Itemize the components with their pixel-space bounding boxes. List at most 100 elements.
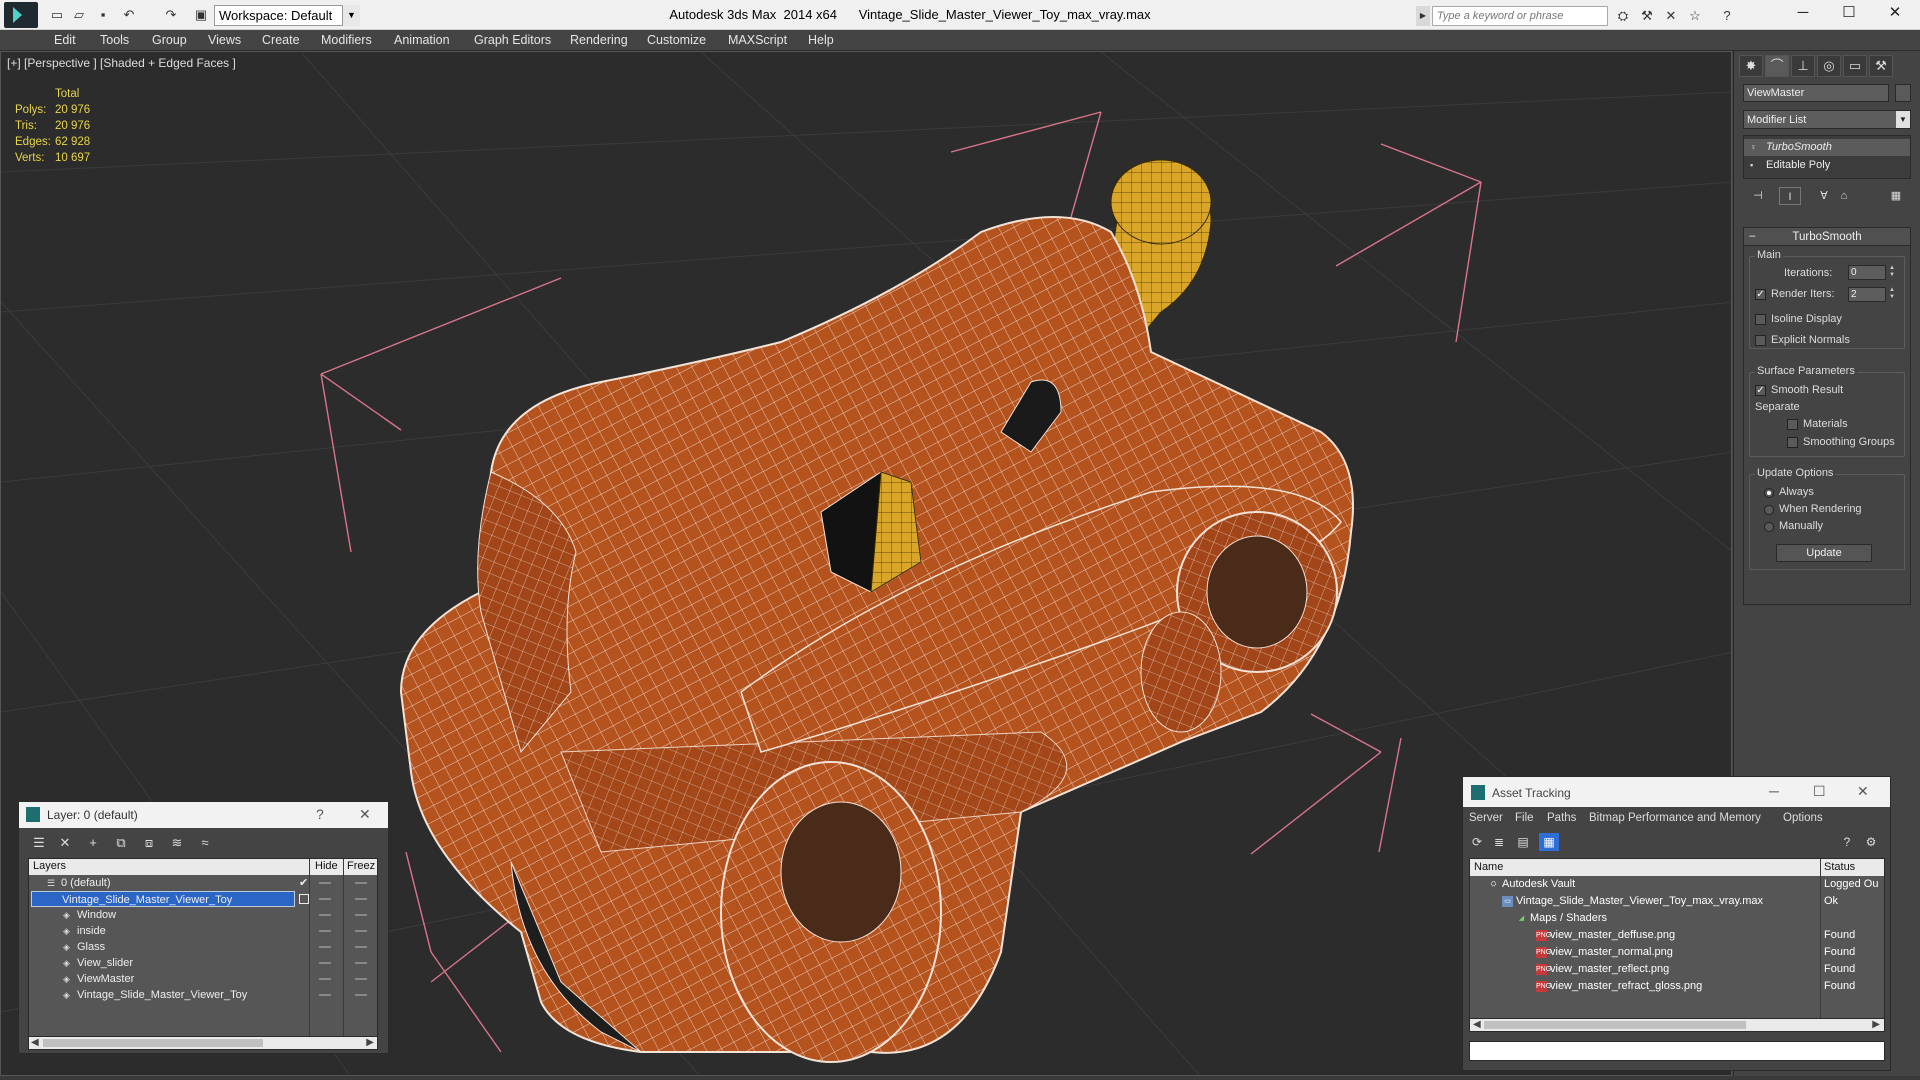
layer-row[interactable]: ◈ ViewMaster — [29, 971, 377, 987]
refresh-icon[interactable]: ⟳ — [1467, 833, 1487, 851]
scroll-left-icon[interactable]: ◀ — [31, 1037, 39, 1048]
list-view-icon[interactable]: ≣ — [1489, 833, 1509, 851]
scroll-right-icon[interactable]: ▶ — [1872, 1019, 1880, 1030]
close-button[interactable]: ✕ — [1872, 0, 1918, 28]
app-logo-icon[interactable] — [4, 2, 38, 28]
rollout-header[interactable]: − TurboSmooth — [1744, 228, 1910, 246]
minimize-icon[interactable]: ─ — [1769, 783, 1779, 799]
layer-row[interactable]: ◈ Glass — [29, 939, 377, 955]
hide-toggle[interactable] — [319, 962, 331, 964]
asset-menu-bitmap[interactable]: Bitmap Performance and Memory — [1589, 812, 1761, 824]
col-hide[interactable]: Hide — [315, 860, 338, 872]
hide-toggle[interactable] — [319, 914, 331, 916]
layer-row[interactable]: ◈ Vintage_Slide_Master_Viewer_Toy — [29, 987, 377, 1003]
save-icon[interactable]: ▪ — [94, 6, 112, 24]
scrollbar-thumb[interactable] — [43, 1039, 263, 1047]
stack-item-turbosmooth[interactable]: ♀ TurboSmooth — [1744, 139, 1910, 156]
modify-tab-icon[interactable]: ⌒ — [1765, 55, 1789, 77]
pin-stack-icon[interactable]: ⊣ — [1747, 187, 1769, 205]
lightbulb-icon[interactable]: ♀ — [1750, 142, 1758, 152]
settings-icon[interactable]: ⚙ — [1861, 833, 1881, 851]
iterations-spinner[interactable]: 0 — [1848, 265, 1886, 280]
menu-create[interactable]: Create — [262, 33, 300, 47]
asset-menu-file[interactable]: File — [1515, 812, 1534, 824]
freeze-toggle[interactable] — [355, 914, 367, 916]
freeze-toggle[interactable] — [355, 930, 367, 932]
freeze-toggle[interactable] — [355, 946, 367, 948]
minimize-button[interactable]: ─ — [1780, 0, 1826, 28]
subscription-icon[interactable]: ⚒ — [1638, 7, 1656, 25]
scroll-left-icon[interactable]: ◀ — [1473, 1019, 1481, 1030]
chevron-down-icon[interactable]: ▼ — [1896, 111, 1910, 128]
undo-icon[interactable]: ↶ — [120, 6, 138, 24]
asset-row[interactable]: PNG view_master_refract_gloss.png Found — [1470, 978, 1884, 995]
add-layer-icon[interactable]: + — [83, 835, 103, 853]
help-icon[interactable]: ? — [316, 806, 324, 822]
asset-row[interactable]: PNG view_master_reflect.png Found — [1470, 961, 1884, 978]
freeze-toggle[interactable] — [355, 882, 367, 884]
menu-modifiers[interactable]: Modifiers — [321, 33, 372, 47]
hierarchy-tab-icon[interactable]: ⊥ — [1791, 55, 1815, 77]
close-icon[interactable]: ✕ — [359, 806, 371, 823]
search-input[interactable]: Type a keyword or phrase — [1432, 6, 1608, 26]
freeze-toggle[interactable] — [355, 978, 367, 980]
spinner-arrows-icon[interactable]: ▲ ▼ — [1887, 287, 1897, 302]
menu-group[interactable]: Group — [152, 33, 187, 47]
scroll-right-icon[interactable]: ▶ — [366, 1037, 374, 1048]
smooth-result-checkbox[interactable]: ✓ — [1755, 385, 1766, 396]
stack-item-editable-poly[interactable]: ▪ Editable Poly — [1744, 157, 1910, 174]
communication-icon[interactable]: ✕ — [1662, 7, 1680, 25]
redo-icon[interactable]: ↷ — [162, 6, 180, 24]
display-tab-icon[interactable]: ▭ — [1843, 55, 1867, 77]
hide-all-icon[interactable]: ≋ — [167, 835, 187, 853]
render-iters-spinner[interactable]: 2 — [1848, 287, 1886, 302]
create-tab-icon[interactable]: ✸ — [1739, 55, 1763, 77]
asset-row[interactable]: PNG view_master_deffuse.png Found — [1470, 927, 1884, 944]
menu-edit[interactable]: Edit — [54, 33, 76, 47]
help-icon[interactable]: ? — [1837, 833, 1857, 851]
layer-row[interactable]: ☰ Vintage_Slide_Master_Viewer_Toy — [29, 891, 377, 907]
binoculars-icon[interactable]: ⛭ — [1614, 7, 1632, 25]
scrollbar-thumb[interactable] — [1484, 1021, 1746, 1029]
smoothing-groups-checkbox[interactable] — [1787, 437, 1798, 448]
show-end-result-icon[interactable]: I — [1779, 187, 1801, 205]
delete-layer-icon[interactable]: ✕ — [55, 835, 75, 853]
menu-graph-editors[interactable]: Graph Editors — [474, 33, 551, 47]
asset-row[interactable]: ▭ Vintage_Slide_Master_Viewer_Toy_max_vr… — [1470, 893, 1884, 910]
asset-row[interactable]: PNG view_master_normal.png Found — [1470, 944, 1884, 961]
menu-customize[interactable]: Customize — [647, 33, 706, 47]
update-button[interactable]: Update — [1776, 544, 1872, 562]
remove-modifier-icon[interactable]: ⌂ — [1833, 187, 1855, 205]
freeze-toggle[interactable] — [355, 962, 367, 964]
layer-row[interactable]: ◈ inside — [29, 923, 377, 939]
current-layer-check-icon[interactable]: ✔ — [299, 875, 308, 891]
workspace-dropdown[interactable]: Workspace: Default — [214, 5, 360, 26]
maximize-icon[interactable]: ☐ — [1813, 783, 1826, 800]
asset-menu-paths[interactable]: Paths — [1547, 812, 1576, 824]
render-iters-checkbox[interactable]: ✓ — [1755, 289, 1766, 300]
menu-help[interactable]: Help — [808, 33, 834, 47]
update-when-rendering-radio[interactable] — [1764, 505, 1774, 515]
menu-rendering[interactable]: Rendering — [570, 33, 628, 47]
hide-toggle[interactable] — [319, 994, 331, 996]
asset-row[interactable]: ◢ Maps / Shaders — [1470, 910, 1884, 927]
favorites-star-icon[interactable]: ☆ — [1686, 7, 1704, 25]
asset-menu-server[interactable]: Server — [1469, 812, 1503, 824]
search-expand-icon[interactable]: ▶ — [1416, 6, 1430, 26]
maximize-button[interactable]: ☐ — [1826, 0, 1872, 28]
close-icon[interactable]: ✕ — [1857, 783, 1869, 800]
collapse-icon[interactable]: − — [1749, 228, 1756, 246]
freeze-toggle[interactable] — [355, 898, 367, 900]
col-status[interactable]: Status — [1824, 861, 1855, 873]
layer-row[interactable]: ◈ View_slider — [29, 955, 377, 971]
select-layer-icon[interactable]: ⧉ — [111, 835, 131, 853]
freeze-toggle[interactable] — [355, 994, 367, 996]
isoline-display-checkbox[interactable] — [1755, 314, 1766, 325]
tree-view-icon[interactable]: ▤ — [1513, 833, 1533, 851]
asset-menu-options[interactable]: Options — [1783, 812, 1823, 824]
hide-toggle[interactable] — [319, 930, 331, 932]
update-always-radio[interactable] — [1764, 488, 1774, 498]
utilities-tab-icon[interactable]: ⚒ — [1869, 55, 1893, 77]
spinner-arrows-icon[interactable]: ▲ ▼ — [1887, 265, 1897, 280]
materials-checkbox[interactable] — [1787, 419, 1798, 430]
